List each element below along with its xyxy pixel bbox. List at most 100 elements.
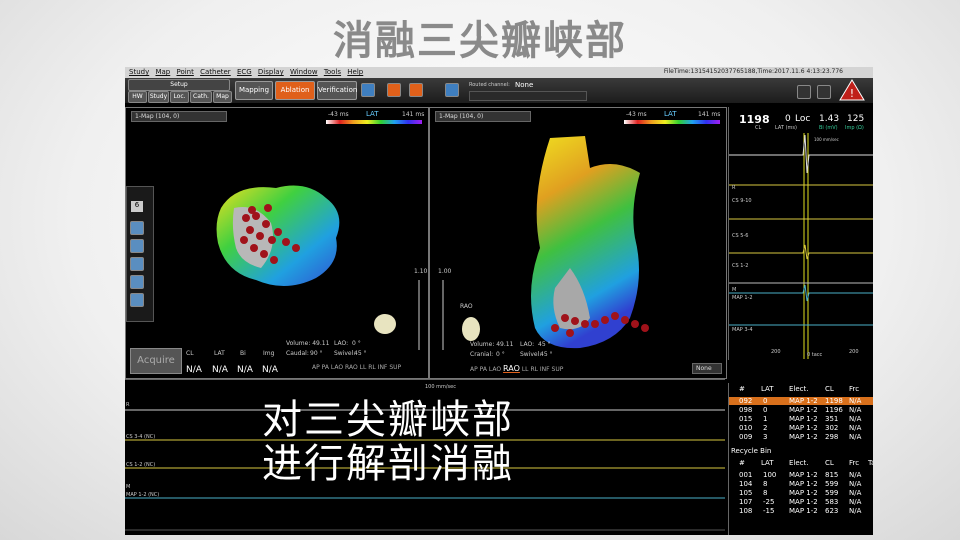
view-pa-left[interactable]: PA [322, 364, 329, 371]
lat-value: 0 [785, 114, 791, 124]
view-rl-left[interactable]: RL [368, 364, 376, 371]
zoom-slider-left[interactable] [418, 280, 420, 350]
recycle-col-lat[interactable]: LAT [761, 459, 774, 467]
catheter-icon[interactable] [387, 83, 401, 97]
erase-tool-icon[interactable] [130, 257, 144, 271]
ecg-bottom-channel-r: R [126, 402, 130, 408]
overlay-line-1: 对三尖瓣峡部 [262, 397, 514, 443]
point-row[interactable]: 092 0 MAP 1-2 1198 N/A [729, 397, 873, 405]
view-ll-right[interactable]: LL [522, 366, 529, 373]
point-cell: 009 [739, 433, 753, 441]
readout-img-label: Img [263, 350, 275, 357]
map-selector-left[interactable]: 1-Map (104, 0) [131, 111, 227, 122]
map-panel-right[interactable]: 1-Map (104, 0) -43 ms LAT 141 ms 1.00 RA… [429, 107, 727, 379]
none-dropdown[interactable]: None [692, 363, 722, 374]
recycle-row[interactable]: 105 8 MAP 1-2 599 N/A [729, 489, 873, 497]
point-cell: 098 [739, 406, 753, 414]
view-inf-right[interactable]: INF [540, 366, 550, 373]
point-cell: 092 [739, 397, 753, 405]
recycle-cell: 100 [763, 471, 777, 479]
tab-cath[interactable]: Cath. [190, 91, 212, 103]
brush-tool-icon[interactable] [130, 221, 144, 235]
verification-button[interactable]: Verification [317, 81, 357, 100]
recycle-row[interactable]: 104 8 MAP 1-2 599 N/A [729, 480, 873, 488]
readout-lat-value: N/A [212, 365, 228, 375]
view-lao-left[interactable]: LAO [331, 364, 343, 371]
recycle-row[interactable]: 107 -25 MAP 1-2 583 N/A [729, 498, 873, 506]
tab-loc[interactable]: Loc. [170, 91, 189, 103]
point-tool-icon[interactable] [130, 239, 144, 253]
col-elect[interactable]: Elect. [789, 385, 809, 393]
menu-help[interactable]: Help [347, 68, 363, 76]
recycle-col-ta[interactable]: Ta [868, 459, 873, 467]
menu-display[interactable]: Display [258, 68, 284, 76]
cut-tool-icon[interactable] [130, 275, 144, 289]
acquire-button[interactable]: Acquire [130, 348, 182, 374]
recycle-col-elect[interactable]: Elect. [789, 459, 809, 467]
monitor-icon[interactable] [445, 83, 459, 97]
recycle-cell: 583 [825, 498, 839, 506]
warning-icon[interactable]: ! [839, 79, 865, 101]
menu-bar: Study Map Point Catheter ECG Display Win… [125, 67, 873, 78]
point-row[interactable]: 098 0 MAP 1-2 1196 N/A [729, 406, 873, 414]
view-rao-right[interactable]: RAO [503, 364, 520, 373]
recycle-row[interactable]: 001 100 MAP 1-2 815 N/A [729, 471, 873, 479]
ablation-button[interactable]: Ablation [275, 81, 315, 100]
lat-label-right: LAT [664, 110, 677, 118]
menu-catheter[interactable]: Catheter [200, 68, 231, 76]
right-heart-map[interactable] [510, 128, 670, 358]
view-pa-right[interactable]: PA [480, 366, 487, 373]
zoom-slider-right[interactable] [442, 280, 444, 350]
camera-icon[interactable] [409, 83, 423, 97]
routed-channel-value[interactable]: None [515, 81, 533, 89]
menu-point[interactable]: Point [176, 68, 193, 76]
ecg-bottom-channel-map12: MAP 1-2 (NC) [126, 492, 160, 498]
ecg-channel-map34: MAP 3-4 [732, 327, 753, 333]
lat-max-right: 141 ms [698, 111, 721, 118]
tab-study[interactable]: Study [148, 91, 169, 103]
view-sup-right[interactable]: SUP [552, 366, 564, 373]
view-buttons-right: AP PA LAO RAO LL RL INF SUP [470, 364, 563, 373]
col-lat[interactable]: LAT [761, 385, 774, 393]
recycle-row[interactable]: 108 -15 MAP 1-2 623 N/A [729, 507, 873, 515]
view-ll-left[interactable]: LL [360, 364, 367, 371]
point-row[interactable]: 009 3 MAP 1-2 298 N/A [729, 433, 873, 441]
tab-hw[interactable]: HW [128, 91, 147, 103]
point-row[interactable]: 015 1 MAP 1-2 351 N/A [729, 415, 873, 423]
col-number[interactable]: # [739, 385, 745, 393]
view-ap-left[interactable]: AP [312, 364, 320, 371]
slide-overlay-text: 对三尖瓣峡部 进行解剖消融 [262, 398, 514, 486]
menu-study[interactable]: Study [129, 68, 149, 76]
col-frc[interactable]: Frc [849, 385, 859, 393]
mapping-button[interactable]: Mapping [235, 81, 273, 100]
recycle-col-frc[interactable]: Frc [849, 459, 859, 467]
view-ap-right[interactable]: AP [470, 366, 478, 373]
menu-ecg[interactable]: ECG [237, 68, 252, 76]
tab-map[interactable]: Map [213, 91, 232, 103]
point-row[interactable]: 010 2 MAP 1-2 302 N/A [729, 424, 873, 432]
point-cell: 015 [739, 415, 753, 423]
signal-icon[interactable] [817, 85, 831, 99]
menu-tools[interactable]: Tools [324, 68, 341, 76]
heart-map-icon[interactable] [361, 83, 375, 97]
menu-map[interactable]: Map [155, 68, 170, 76]
view-sup-left[interactable]: SUP [389, 364, 401, 371]
map-selector-right[interactable]: 1-Map (104, 0) [435, 111, 531, 122]
swivel-label-right: Swivel: [520, 351, 542, 358]
view-inf-left[interactable]: INF [378, 364, 388, 371]
recycle-col-number[interactable]: # [739, 459, 745, 467]
view-rl-right[interactable]: RL [530, 366, 538, 373]
col-cl[interactable]: CL [825, 385, 834, 393]
ecg-channel-cs12: CS 1-2 [732, 263, 749, 269]
display-icon[interactable] [797, 85, 811, 99]
menu-window[interactable]: Window [290, 68, 318, 76]
setup-label: Setup [128, 79, 230, 91]
view-lao-right[interactable]: LAO [489, 366, 501, 373]
view-rao-left[interactable]: RAO [345, 364, 358, 371]
map-panel-left[interactable]: 1-Map (104, 0) -43 ms LAT 141 ms 6 1.10 … [125, 107, 429, 379]
lat-min-left: -43 ms [328, 111, 349, 118]
cranial-label: Cranial: [470, 351, 494, 358]
tag-tool-icon[interactable] [130, 293, 144, 307]
point-cell: 010 [739, 424, 753, 432]
recycle-col-cl[interactable]: CL [825, 459, 834, 467]
